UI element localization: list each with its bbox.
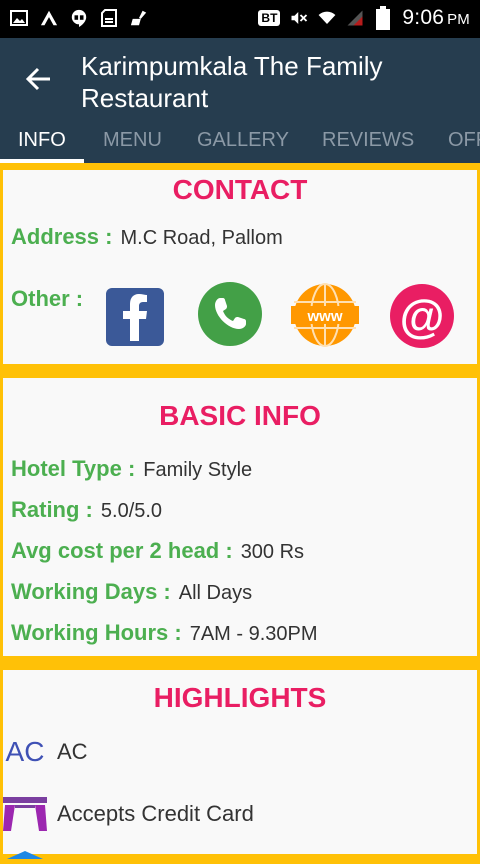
working-days-label: Working Days : [11,579,171,604]
highlights-card: HIGHLIGHTS AC AC Accepts Credit Card [3,670,477,859]
tab-indicator [0,159,84,163]
rating-value: 5.0/5.0 [100,500,163,522]
address-value: M.C Road, Pallom [120,227,283,249]
tab-gallery[interactable]: GALLERY [197,129,289,152]
email-icon[interactable]: @ [388,283,456,349]
list-item: AC AC [3,736,88,768]
hangouts-icon [70,9,88,27]
tab-offers[interactable]: OFF [448,129,480,152]
avg-cost-value: 300 Rs [240,541,305,563]
highlights-title: HIGHLIGHTS [153,682,327,713]
working-days-value: All Days [178,582,253,604]
hotel-type-value: Family Style [143,459,253,481]
ac-icon: AC [5,736,45,767]
back-arrow-icon[interactable] [24,64,54,94]
highlight-label: Accepts Credit Card [57,801,254,826]
info-row: Working Days : All Days [11,579,252,605]
info-row: Rating : 5.0/5.0 [11,497,162,523]
partial-icon [5,846,45,859]
info-row: Avg cost per 2 head : 300 Rs [11,538,304,564]
clock: 9:06 PM [402,6,470,29]
signal-icon [346,9,364,27]
other-label: Other : [11,286,84,311]
www-icon[interactable]: www [291,282,359,347]
other-row: Other : [11,286,83,312]
svg-text:www: www [306,308,342,325]
facebook-icon[interactable] [105,287,165,347]
info-row: Hotel Type : Family Style [11,456,252,482]
tab-bar: INFO MENU GALLERY REVIEWS OFF [0,123,480,163]
tab-info[interactable]: INFO [18,129,66,152]
highlight-label: AC [57,739,88,764]
list-item: Accepts Credit Card [3,797,254,831]
sd-card-icon [100,9,118,27]
working-hours-label: Working Hours : [11,620,182,645]
tab-reviews[interactable]: REVIEWS [322,129,414,152]
bluetooth-icon: BT [258,10,281,26]
svg-text:@: @ [400,290,445,342]
rating-label: Rating : [11,497,93,522]
basic-info-card: BASIC INFO Hotel Type : Family Style Rat… [3,378,477,656]
image-icon [10,9,28,27]
app-bar: Karimpumkala The Family Restaurant INFO … [0,38,480,163]
a-icon [40,9,58,27]
address-row: Address : M.C Road, Pallom [11,224,283,250]
page-title: Karimpumkala The Family Restaurant [81,51,383,113]
tab-menu[interactable]: MENU [103,129,162,152]
contact-title: CONTACT [172,174,308,205]
hotel-type-label: Hotel Type : [11,456,136,481]
info-row: Working Hours : 7AM - 9.30PM [11,620,318,646]
phone-icon[interactable] [198,282,262,346]
basic-info-title: BASIC INFO [159,400,321,431]
credit-card-icon [3,797,47,831]
wifi-icon [318,9,336,27]
working-hours-value: 7AM - 9.30PM [189,623,318,645]
address-label: Address : [11,224,113,249]
avg-cost-label: Avg cost per 2 head : [11,538,233,563]
status-bar: BT 9:06 PM [0,0,480,38]
battery-icon [374,6,392,30]
mute-icon [290,9,308,27]
broom-icon [130,9,148,27]
